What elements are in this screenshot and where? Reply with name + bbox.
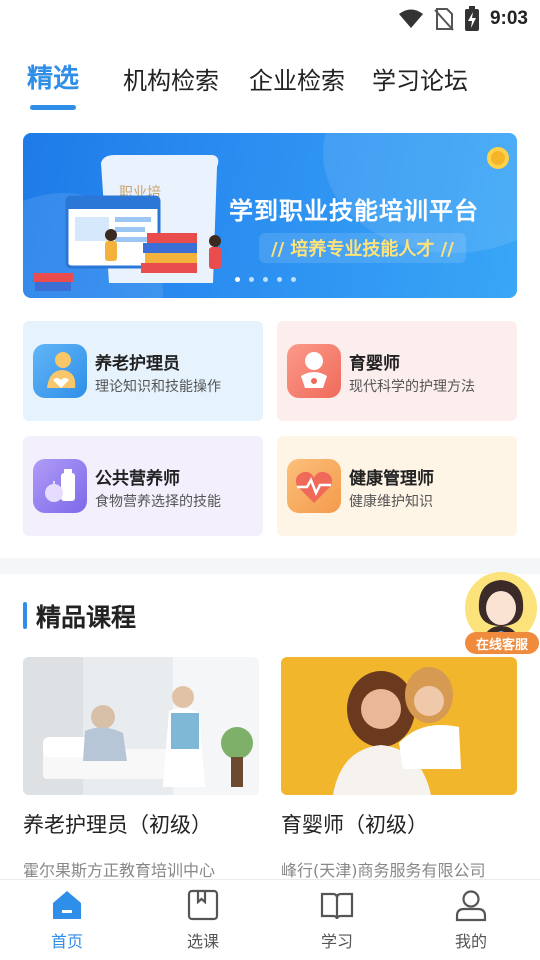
pagination-dot[interactable] <box>249 277 254 282</box>
banner-subtitle: // 培养专业技能人才 // <box>259 233 466 263</box>
heart-pulse-icon <box>287 459 341 513</box>
nutrition-icon <box>33 459 87 513</box>
nav-label: 我的 <box>454 932 487 951</box>
nav-label: 首页 <box>50 932 83 951</box>
course-image <box>281 657 517 795</box>
banner-illustration: 职业培 <box>33 155 221 291</box>
course-organization: 霍尔果斯方正教育培训中心 <box>23 861 216 880</box>
pagination-dot[interactable] <box>235 277 240 282</box>
banner-pagination <box>235 277 296 282</box>
pagination-dot[interactable] <box>263 277 268 282</box>
nav-label: 学习 <box>320 932 353 951</box>
category-title: 育婴师 <box>349 354 400 374</box>
status-bar: 9:03 <box>0 0 540 40</box>
user-icon <box>455 890 487 922</box>
category-desc: 食物营养选择的技能 <box>95 494 221 510</box>
category-title: 养老护理员 <box>95 354 180 374</box>
battery-charging-icon <box>464 6 479 31</box>
tab-learning-forum[interactable]: 学习论坛 <box>372 61 468 96</box>
course-organization: 峰行(天津)商务服务有限公司 <box>281 861 486 880</box>
course-name: 养老护理员（初级） <box>23 813 212 837</box>
nav-home[interactable]: 首页 <box>27 888 107 958</box>
course-card[interactable]: 养老护理员（初级） 霍尔果斯方正教育培训中心 <box>23 657 259 881</box>
category-nursery[interactable]: 育婴师 现代科学的护理方法 <box>277 321 517 421</box>
course-image <box>23 657 259 795</box>
baby-icon <box>287 344 341 398</box>
category-nutritionist[interactable]: 公共营养师 食物营养选择的技能 <box>23 436 263 536</box>
course-card[interactable]: 育婴师（初级） 峰行(天津)商务服务有限公司 <box>281 657 517 881</box>
section-divider <box>0 558 540 574</box>
no-sim-icon <box>434 8 454 31</box>
nav-label: 选课 <box>186 932 219 951</box>
book-icon <box>320 892 354 920</box>
nav-study[interactable]: 学习 <box>297 888 377 958</box>
pagination-dot[interactable] <box>291 277 296 282</box>
tab-company-search[interactable]: 企业检索 <box>249 61 345 96</box>
category-desc: 健康维护知识 <box>349 494 433 510</box>
banner-title: 学到职业技能培训平台 <box>229 197 479 225</box>
course-name: 育婴师（初级） <box>281 813 428 837</box>
status-icons: 9:03 <box>398 6 528 32</box>
tab-institution-search[interactable]: 机构检索 <box>123 61 219 96</box>
online-service-button[interactable]: 在线客服 <box>461 570 540 655</box>
active-tab-indicator <box>30 105 76 110</box>
coin-icon <box>487 147 509 169</box>
pagination-dot[interactable] <box>277 277 282 282</box>
top-tabs: 精选 机构检索 企业检索 学习论坛 <box>0 55 540 115</box>
section-title: 精品课程 <box>36 603 137 632</box>
category-elder-care[interactable]: 养老护理员 理论知识和技能操作 <box>23 321 263 421</box>
online-service-label: 在线客服 <box>465 632 539 654</box>
clock: 9:03 <box>489 8 528 29</box>
wifi-icon <box>398 9 423 28</box>
nav-course-select[interactable]: 选课 <box>163 888 243 958</box>
bottom-navigation: 首页 选课 学习 我的 <box>0 879 540 960</box>
category-desc: 现代科学的护理方法 <box>349 379 475 395</box>
tab-featured[interactable]: 精选 <box>27 58 79 95</box>
home-icon <box>53 891 81 919</box>
nav-profile[interactable]: 我的 <box>431 888 511 958</box>
course-select-icon <box>187 889 219 921</box>
promo-banner[interactable]: 职业培 学到职业技能培训平台 // 培养专业技能人才 // <box>23 133 517 298</box>
category-title: 公共营养师 <box>95 469 180 489</box>
elder-care-icon <box>33 344 87 398</box>
category-title: 健康管理师 <box>349 469 434 489</box>
section-marker <box>23 602 27 629</box>
category-desc: 理论知识和技能操作 <box>95 379 221 395</box>
category-health-manager[interactable]: 健康管理师 健康维护知识 <box>277 436 517 536</box>
